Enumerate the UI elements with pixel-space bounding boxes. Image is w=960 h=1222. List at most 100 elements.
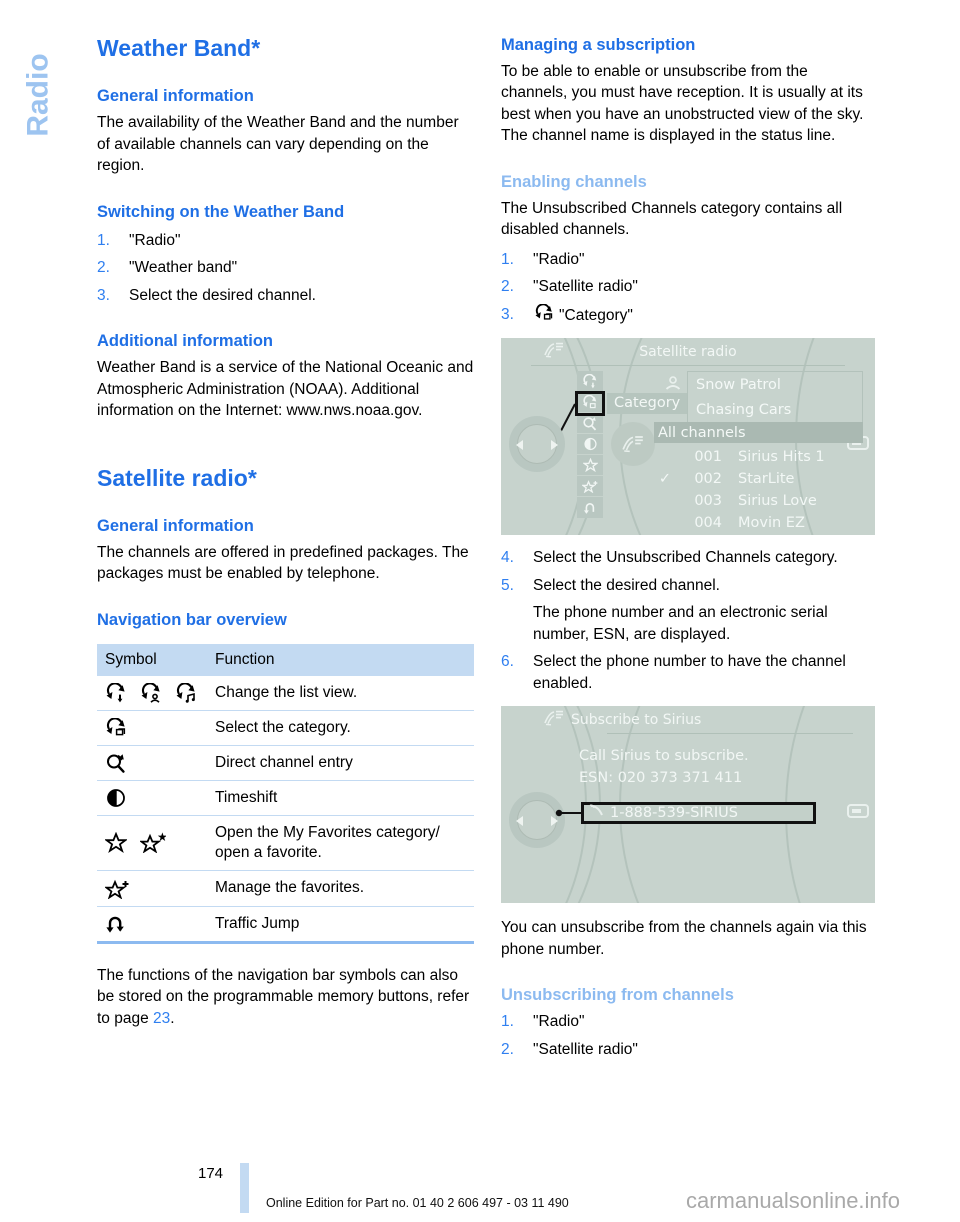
channel-number: 002: [694, 471, 722, 488]
paragraph-memory-buttons: The functions of the navigation bar symb…: [97, 965, 474, 1030]
step-text: The phone number and an electronic seria…: [533, 604, 828, 643]
step-number: 2.: [97, 259, 110, 277]
table-row: Timeshift: [97, 780, 474, 816]
step-number: 4.: [501, 549, 514, 567]
list-view-arrow-icon: [105, 682, 127, 703]
step-text: "Satellite radio": [533, 278, 638, 296]
channel-list-header[interactable]: All channels: [654, 422, 863, 444]
list-item: 1. "Radio": [501, 249, 878, 271]
list-view-person-icon: [140, 682, 162, 703]
paragraph-unsubscribe-note: You can unsubscribe from the channels ag…: [501, 919, 867, 958]
heading-managing-a-subscription: Managing a subscription: [501, 36, 696, 54]
list-item: 1. "Radio": [97, 230, 474, 252]
step-number: 3.: [501, 305, 514, 323]
person-icon: [664, 375, 682, 395]
paragraph-additional-information: Weather Band is a service of the Nationa…: [97, 359, 474, 420]
step-number: 1.: [501, 1013, 514, 1031]
steps-enabling-channels-b: 4. Select the Unsubscribed Channels cate…: [501, 547, 878, 694]
symbol-cell: ★: [97, 815, 207, 871]
traffic-jump-icon: [105, 914, 127, 934]
table-row: Direct channel entry: [97, 745, 474, 781]
step-number: 3.: [97, 286, 110, 304]
channel-number: 004: [694, 515, 722, 532]
idrive-title: Satellite radio: [639, 344, 737, 361]
list-item[interactable]: 003 Sirius Love: [654, 490, 863, 512]
paragraph-weather-band-availability: The availability of the Weather Band and…: [97, 114, 459, 175]
step-number: 2.: [501, 1040, 514, 1058]
symbol-cell: [97, 870, 207, 907]
symbol-cell: [97, 745, 207, 781]
star-plus-icon: [105, 878, 131, 899]
function-cell: Timeshift: [207, 780, 474, 816]
idrive-screenshot-satellite-radio: Satellite radio Snow Patrol Chasing Cars…: [501, 338, 875, 536]
idrive-title: Subscribe to Sirius: [571, 712, 702, 729]
list-item-note: The phone number and an electronic seria…: [501, 602, 878, 645]
list-item[interactable]: Snow Patrol: [688, 372, 862, 397]
function-cell: Direct channel entry: [207, 745, 474, 781]
symbol-cell: [97, 675, 207, 711]
phone-handset-icon: [584, 804, 610, 822]
navbar-item-timeshift[interactable]: [577, 434, 603, 456]
list-item[interactable]: ✓ 002 StarLite: [654, 468, 863, 490]
heading-navigation-bar-overview: Navigation bar overview: [97, 610, 287, 629]
table-row: Manage the favorites.: [97, 870, 474, 907]
paragraph-managing-a-subscription: To be able to enable or unsubscribe from…: [501, 62, 864, 145]
step-text: "Radio": [533, 1013, 585, 1031]
heading-enabling-channels: Enabling channels: [501, 172, 647, 191]
star-icon: [105, 832, 127, 854]
list-item[interactable]: 001 Sirius Hits 1: [654, 446, 863, 468]
paragraph-enabling-channels: The Unsubscribed Channels category conta…: [501, 199, 843, 239]
column-header-symbol: Symbol: [97, 643, 207, 676]
step-number: 5.: [501, 576, 514, 594]
message-line-2: ESN: 020 373 371 411: [579, 770, 743, 787]
channel-name: Movin EZ: [738, 515, 805, 532]
table-row: Change the list view.: [97, 675, 474, 711]
idrive-option-button[interactable]: [847, 804, 869, 819]
list-item: 2. "Satellite radio": [501, 276, 878, 298]
step-text: "Radio": [533, 250, 585, 268]
steps-unsubscribing: 1. "Radio" 2. "Satellite radio": [501, 1011, 878, 1060]
paragraph-memory-buttons-post: .: [170, 1009, 175, 1027]
svg-text:★: ★: [157, 832, 166, 844]
edition-notice: Online Edition for Part no. 01 40 2 606 …: [266, 1196, 569, 1210]
channel-check: ✓: [658, 471, 672, 488]
message-line-1: Call Sirius to subscribe.: [579, 748, 749, 765]
list-item[interactable]: 004 Movin EZ: [654, 512, 863, 534]
step-text: Select the desired channel.: [129, 286, 316, 304]
channel-list: 001 Sirius Hits 1 ✓ 002 StarLite 003 Sir…: [654, 446, 863, 534]
favorites-box: Snow Patrol Chasing Cars: [687, 371, 863, 424]
heading-general-information-1: General information: [97, 87, 254, 106]
step-text: "Category": [559, 306, 633, 324]
page-title-satellite-radio: Satellite radio*: [97, 464, 257, 491]
navbar-item-favorites[interactable]: [577, 455, 603, 477]
select-category-icon: [105, 717, 127, 738]
function-cell: Change the list view.: [207, 675, 474, 711]
page-title-weather-band: Weather Band*: [97, 35, 261, 61]
idrive-controller[interactable]: [509, 416, 565, 473]
controller-left-arrow: [516, 816, 523, 827]
step-text: Select the desired channel.: [533, 576, 720, 594]
heading-switching-on-weather-band: Switching on the Weather Band: [97, 202, 345, 221]
list-item[interactable]: Chasing Cars: [688, 397, 862, 422]
function-cell: Traffic Jump: [207, 906, 474, 944]
step-number: 6.: [501, 653, 514, 671]
symbol-cell: [97, 710, 207, 746]
list-item: 3. Select the desired channel.: [97, 285, 474, 307]
heading-additional-information: Additional information: [97, 332, 273, 351]
watermark: carmanualsonline.info: [686, 1188, 901, 1213]
paragraph-satellite-packages: The channels are offered in predefined p…: [97, 543, 469, 583]
table-row: Traffic Jump: [97, 906, 474, 944]
satellite-radio-status-icon: [543, 710, 565, 730]
navbar-item-direct-channel-entry[interactable]: [577, 413, 603, 435]
navbar-item-manage-favorites[interactable]: [577, 476, 603, 498]
page-reference-link[interactable]: 23: [153, 1010, 170, 1027]
right-column: Managing a subscription To be able to en…: [501, 36, 878, 1066]
table-row: ★ Open the My Favorites category/ open a…: [97, 815, 474, 871]
navbar-item-list-view[interactable]: [577, 371, 603, 393]
phone-number-button[interactable]: 1-888-539-SIRIUS: [581, 802, 816, 825]
idrive-controller[interactable]: [509, 792, 565, 849]
footer-accent-bar: [240, 1163, 249, 1213]
navbar-item-traffic-jump[interactable]: [577, 497, 603, 518]
list-item: 5. Select the desired channel.: [501, 575, 878, 597]
idrive-title-divider: [531, 365, 845, 367]
